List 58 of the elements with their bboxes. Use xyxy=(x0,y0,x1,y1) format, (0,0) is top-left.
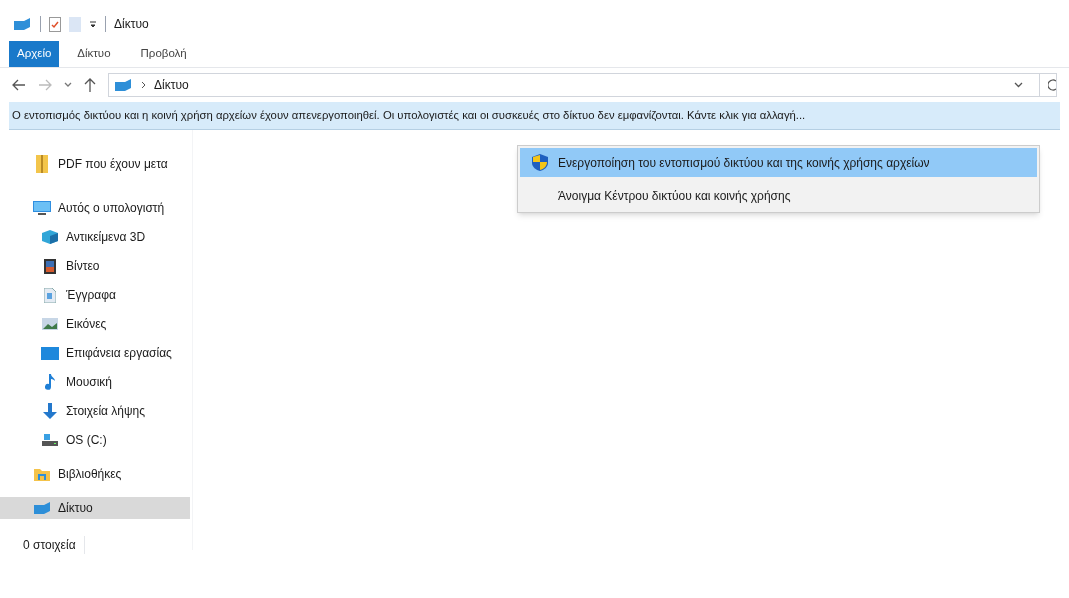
ribbon-tab[interactable]: Προβολή xyxy=(132,40,195,67)
network-icon xyxy=(32,501,52,515)
computer-icon xyxy=(33,200,51,216)
address-text: Δίκτυο xyxy=(154,77,189,94)
sidebar-label: Μουσική xyxy=(66,374,112,391)
sidebar-label: Αυτός ο υπολογιστή xyxy=(58,200,165,217)
sidebar-label: Στοιχεία λήψης xyxy=(66,403,146,420)
library-icon xyxy=(34,467,50,481)
info-bar[interactable]: Ο εντοπισμός δικτύου και η κοινή χρήση αρχείων έχουν απενεργοποιηθεί. Οι υπολογιστές και οι συσκευές στο δίκτυο δεν εμφανίζονται. Κάντε κλικ για αλλαγή... xyxy=(9,102,1060,130)
document-icon xyxy=(44,287,56,303)
network-icon xyxy=(12,17,32,31)
sidebar-item[interactable]: Αντικείμενα 3D xyxy=(0,226,192,248)
sidebar-label: Βιβλιοθήκες xyxy=(58,466,122,483)
address-bar[interactable]: Δίκτυο xyxy=(108,73,1057,97)
chevron-down-icon[interactable] xyxy=(64,82,72,88)
sidebar-label: Εικόνες xyxy=(66,316,107,333)
sidebar-item[interactable]: Εικόνες xyxy=(0,313,192,335)
film-icon xyxy=(44,258,56,274)
sidebar-item[interactable]: Δίκτυο xyxy=(0,497,190,519)
sidebar-item[interactable]: Έγγραφα xyxy=(0,284,192,306)
ribbon-tab[interactable]: Αρχείο xyxy=(9,40,60,67)
sidebar-item[interactable]: Στοιχεία λήψης xyxy=(0,400,192,422)
shield-icon xyxy=(532,154,548,171)
info-text: Ο εντοπισμός δικτύου και η κοινή χρήση αρχείων έχουν απενεργοποιηθεί. Οι υπολογιστές και οι συσκευές στο δίκτυο δεν εμφανίζονται. Κάντε κλικ για αλλαγή... xyxy=(12,108,806,124)
menu-item[interactable]: Άνοιγμα Κέντρου δικτύου και κοινής χρήσης xyxy=(520,181,1037,210)
sidebar-item[interactable]: Βιβλιοθήκες xyxy=(0,463,192,485)
sidebar-label: PDF που έχουν μετα xyxy=(58,156,168,173)
sidebar-label: Έγγραφα xyxy=(66,287,116,304)
up-arrow-icon[interactable] xyxy=(84,78,96,92)
refresh-icon[interactable] xyxy=(1048,79,1056,91)
sidebar-item[interactable]: Επιφάνεια εργασίας xyxy=(0,342,192,364)
download-arrow-icon xyxy=(43,403,57,419)
sidebar-item[interactable]: Μουσική xyxy=(0,371,192,393)
drive-icon xyxy=(42,434,58,446)
ribbon-tab[interactable]: Δίκτυο xyxy=(69,40,119,67)
chevron-right-icon xyxy=(141,81,146,89)
sidebar-item[interactable]: Βίντεο xyxy=(0,255,192,277)
menu-item[interactable]: Ενεργοποίηση του εντοπισμού δικτύου και της κοινής χρήσης αρχείων xyxy=(520,148,1037,177)
sidebar-label: Αντικείμενα 3D xyxy=(66,229,146,246)
sidebar-item[interactable]: OS (C:) xyxy=(0,429,192,451)
dropdown-icon[interactable] xyxy=(89,20,97,28)
sidebar-label: Βίντεο xyxy=(66,258,100,275)
cube-icon xyxy=(42,230,58,244)
zip-folder-icon xyxy=(36,155,48,173)
sidebar-label: OS (C:) xyxy=(66,432,107,449)
desktop-icon xyxy=(41,346,59,360)
status-text: 0 στοιχεία xyxy=(23,536,85,554)
sidebar-label: Επιφάνεια εργασίας xyxy=(66,345,172,362)
back-icon[interactable] xyxy=(12,79,26,91)
sidebar-item[interactable]: Αυτός ο υπολογιστή xyxy=(0,197,192,219)
network-icon xyxy=(113,78,133,92)
chevron-down-icon[interactable] xyxy=(1014,82,1023,88)
music-note-icon xyxy=(45,374,55,390)
properties-icon[interactable] xyxy=(49,16,61,32)
window-title: Δίκτυο xyxy=(114,16,149,33)
sidebar-item[interactable]: PDF που έχουν μετα xyxy=(0,153,192,175)
picture-frame-icon xyxy=(42,318,58,330)
sidebar-label: Δίκτυο xyxy=(58,500,93,517)
